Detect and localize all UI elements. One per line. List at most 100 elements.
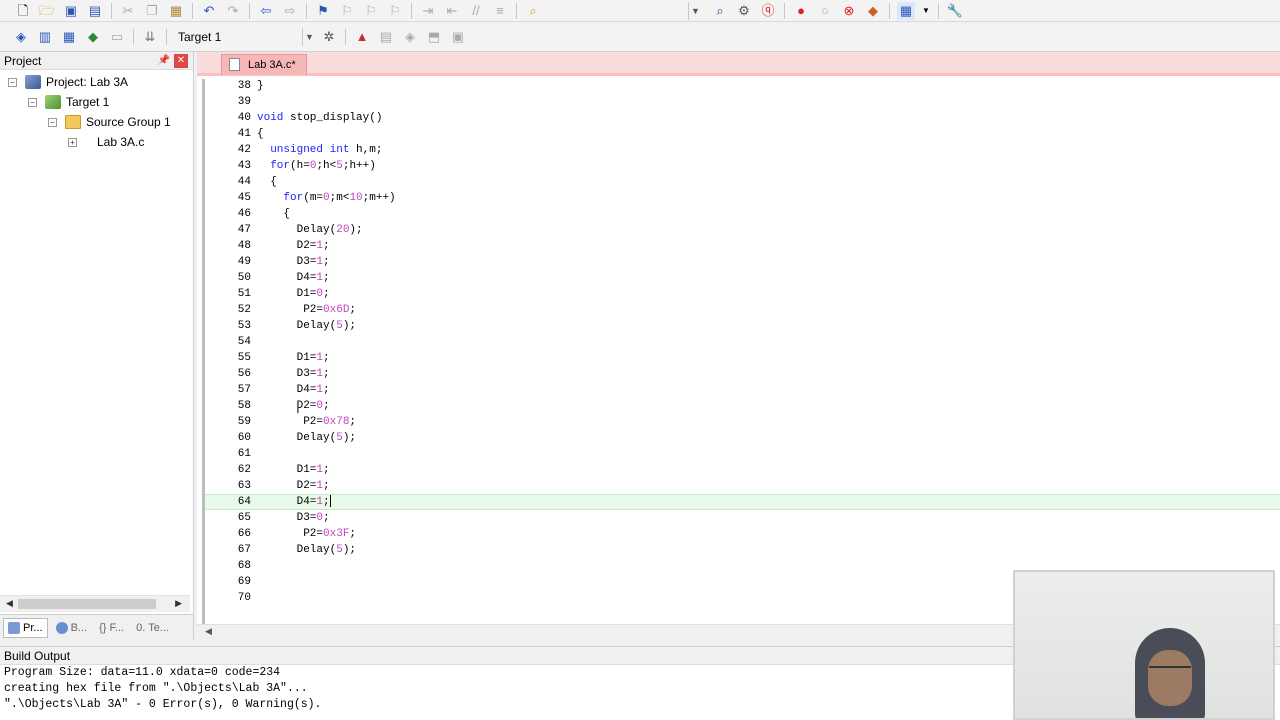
breakpoint-all-icon[interactable]: ◆ <box>864 2 882 20</box>
code-line[interactable]: 61 <box>205 446 1280 462</box>
undo-icon[interactable]: ↶ <box>200 2 218 20</box>
code-text[interactable]: D2=1; <box>255 478 330 494</box>
code-text[interactable] <box>255 446 257 462</box>
scrollbar-thumb[interactable] <box>18 599 156 609</box>
code-line[interactable]: 64 D4=1; <box>205 494 1280 510</box>
manage-components-icon[interactable]: ▲ <box>353 28 371 46</box>
code-line[interactable]: 40 void stop_display() <box>205 110 1280 126</box>
bookmark-icon[interactable]: ⚑ <box>314 2 332 20</box>
code-line[interactable]: 59 P2=0x78; <box>205 414 1280 430</box>
code-text[interactable]: D3=0; <box>255 510 330 526</box>
code-line[interactable]: 43 for(h=0;h<5;h++) <box>205 158 1280 174</box>
collapse-icon[interactable]: − <box>8 77 17 87</box>
code-line[interactable]: 53 Delay(5); <box>205 318 1280 334</box>
chevron-down-icon[interactable]: ▼ <box>688 1 702 20</box>
code-line[interactable]: 46 { <box>205 206 1280 222</box>
pin-icon[interactable]: 📌 <box>157 55 171 66</box>
breakpoint-disable-icon[interactable]: ○ <box>816 2 834 20</box>
unindent-icon[interactable]: ⇤ <box>443 2 461 20</box>
code-text[interactable]: Delay(5); <box>255 430 356 446</box>
code-text[interactable] <box>255 334 257 350</box>
find-combo[interactable]: ▼ <box>688 1 708 21</box>
find-icon[interactable]: ⌕ <box>711 2 729 20</box>
tab-templates[interactable]: 0. Te... <box>132 618 173 638</box>
nav-forward-icon[interactable]: ⇨ <box>281 2 299 20</box>
code-text[interactable]: { <box>255 206 290 222</box>
paste-icon[interactable]: ▦ <box>167 2 185 20</box>
code-line[interactable]: 55 D1=1; <box>205 350 1280 366</box>
code-line[interactable]: 45 for(m=0;m<10;m++) <box>205 190 1280 206</box>
breakpoint-icon[interactable]: ● <box>792 2 810 20</box>
code-line[interactable]: 44 { <box>205 174 1280 190</box>
code-line[interactable]: 47 Delay(20); <box>205 222 1280 238</box>
code-line[interactable]: 49 D3=1; <box>205 254 1280 270</box>
indent-icon[interactable]: ⇥ <box>419 2 437 20</box>
code-text[interactable]: D3=1; <box>255 254 330 270</box>
find-in-files-icon[interactable]: ⌕ <box>524 2 542 20</box>
chevron-down-icon[interactable]: ▼ <box>302 28 316 46</box>
start-debug-icon[interactable]: ⓠ <box>759 2 777 20</box>
code-text[interactable]: D2=0; <box>255 398 330 414</box>
code-line[interactable]: 52 P2=0x6D; <box>205 302 1280 318</box>
code-text[interactable] <box>255 590 257 606</box>
target-select[interactable]: Target 1 ▼ <box>171 27 317 47</box>
code-line[interactable]: 39 <box>205 94 1280 110</box>
code-line[interactable]: 67 Delay(5); <box>205 542 1280 558</box>
nav-back-icon[interactable]: ⇦ <box>257 2 275 20</box>
bookmark-next-icon[interactable]: ⚐ <box>362 2 380 20</box>
code-line[interactable]: 50 D4=1; <box>205 270 1280 286</box>
tab-project[interactable]: Pr... <box>3 617 48 638</box>
tab-lab3a-c[interactable]: Lab 3A.c* <box>221 54 307 75</box>
code-line[interactable]: 54 <box>205 334 1280 350</box>
window-layout-icon[interactable]: ▦ <box>897 1 915 20</box>
code-text[interactable]: P2=0x3F; <box>255 526 356 542</box>
code-text[interactable]: D1=1; <box>255 350 330 366</box>
code-line[interactable]: 62 D1=1; <box>205 462 1280 478</box>
code-text[interactable]: P2=0x78; <box>255 414 356 430</box>
save-icon[interactable]: ▣ <box>62 2 80 20</box>
code-text[interactable]: Delay(20); <box>255 222 363 238</box>
tree-item-file[interactable]: + Lab 3A.c <box>68 132 144 152</box>
pack-installer-icon[interactable]: ▣ <box>449 28 467 46</box>
configure-icon[interactable]: 🔧 <box>946 2 964 20</box>
new-file-icon[interactable]: 🗋 <box>14 2 32 20</box>
code-text[interactable]: D3=1; <box>255 366 330 382</box>
code-text[interactable]: for(m=0;m<10;m++) <box>255 190 395 206</box>
code-line[interactable]: 56 D3=1; <box>205 366 1280 382</box>
manage-rte-icon[interactable]: ▤ <box>377 28 395 46</box>
code-text[interactable]: D4=1; <box>255 495 331 509</box>
code-text[interactable]: D4=1; <box>255 382 330 398</box>
code-editor[interactable]: 38} 39 40 void stop_display() 41 {42 unsigned… <box>205 78 1280 626</box>
code-text[interactable] <box>255 574 257 590</box>
code-text[interactable]: unsigned int h,m; <box>255 142 382 158</box>
tree-item-source-group[interactable]: − Source Group 1 <box>48 112 171 132</box>
batch-build-icon[interactable]: ◆ <box>84 28 102 46</box>
breakpoint-kill-icon[interactable]: ⊗ <box>840 2 858 20</box>
build-icon[interactable]: ▥ <box>36 28 54 46</box>
cut-icon[interactable]: ✂ <box>119 2 137 20</box>
code-line[interactable]: 57 D4=1; <box>205 382 1280 398</box>
tab-functions[interactable]: {} F... <box>95 618 128 638</box>
code-line[interactable]: 38} <box>205 78 1280 94</box>
code-line[interactable]: 48 D2=1; <box>205 238 1280 254</box>
code-text[interactable]: Delay(5); <box>255 542 356 558</box>
scroll-left-icon[interactable]: ◀ <box>205 626 212 637</box>
code-text[interactable]: D2=1; <box>255 238 330 254</box>
tab-books[interactable]: B... <box>52 618 92 638</box>
project-panel-scrollbar[interactable]: ◀ ▶ <box>0 595 190 612</box>
code-line[interactable]: 41 { <box>205 126 1280 142</box>
code-line[interactable]: 65 D3=0; <box>205 510 1280 526</box>
collapse-icon[interactable]: − <box>28 97 37 107</box>
copy-icon[interactable]: ❐ <box>143 2 161 20</box>
chevron-down-icon[interactable]: ▼ <box>921 2 931 20</box>
rebuild-icon[interactable]: ▦ <box>60 28 78 46</box>
debug-settings-icon[interactable]: ⚙ <box>735 2 753 20</box>
code-line[interactable]: 63 D2=1; <box>205 478 1280 494</box>
target-options-icon[interactable]: ✲ <box>320 28 338 46</box>
tree-item-target[interactable]: − Target 1 <box>28 92 109 112</box>
code-text[interactable]: D1=0; <box>255 286 330 302</box>
uncomment-icon[interactable]: ≡ <box>491 2 509 20</box>
comment-icon[interactable]: // <box>467 2 485 20</box>
download-icon[interactable]: ⇊ <box>141 28 159 46</box>
stop-build-icon[interactable]: ▭ <box>108 28 126 46</box>
